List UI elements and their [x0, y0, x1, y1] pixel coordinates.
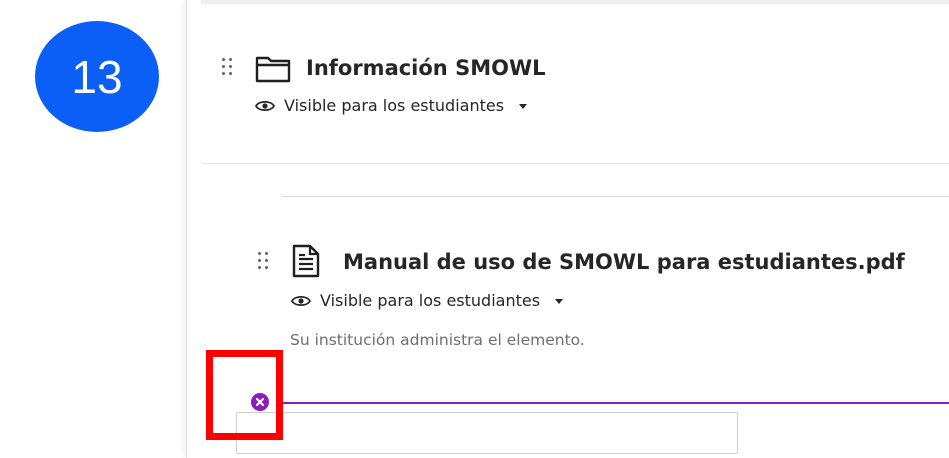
highlight-annotation — [206, 350, 283, 440]
eye-icon — [291, 295, 311, 306]
institution-managed-note: Su institución administra el elemento. — [290, 331, 585, 349]
chevron-down-icon — [555, 299, 564, 304]
content-panel — [186, 0, 949, 458]
folder-visibility-dropdown[interactable]: Visible para los estudiantes — [255, 96, 528, 115]
insert-menu-box[interactable] — [236, 412, 738, 454]
panel-top-strip — [201, 0, 949, 4]
file-title[interactable]: Manual de uso de SMOWL para estudiantes.… — [343, 250, 905, 274]
drag-handle-icon[interactable] — [222, 58, 234, 78]
eye-icon — [255, 100, 275, 111]
step-number: 13 — [71, 50, 123, 103]
item-divider — [282, 196, 949, 197]
chevron-down-icon — [519, 104, 528, 109]
folder-icon — [255, 56, 291, 83]
folder-title[interactable]: Información SMOWL — [306, 56, 546, 80]
file-visibility-label: Visible para los estudiantes — [320, 291, 541, 310]
folder-visibility-label: Visible para los estudiantes — [284, 96, 505, 115]
insert-content-line — [276, 402, 949, 404]
file-visibility-dropdown[interactable]: Visible para los estudiantes — [291, 291, 564, 310]
section-divider — [202, 163, 949, 164]
drag-handle-icon[interactable] — [258, 252, 270, 272]
step-number-badge: 13 — [35, 21, 159, 132]
document-icon — [292, 244, 320, 278]
